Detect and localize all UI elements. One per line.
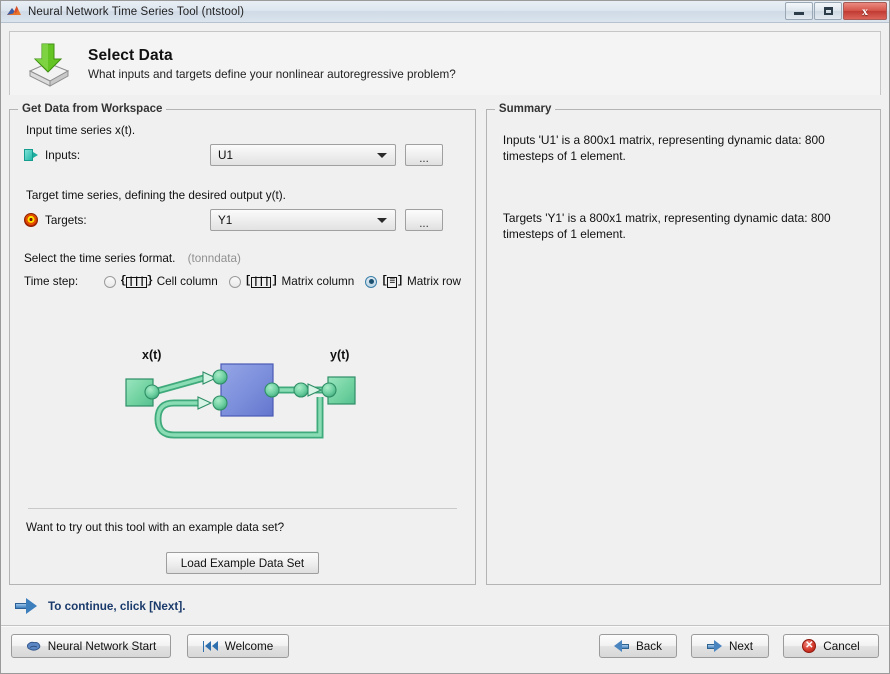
divider [28, 508, 457, 509]
target-bullseye-icon [24, 213, 38, 227]
chevron-down-icon [377, 218, 387, 223]
minimize-icon [794, 12, 804, 15]
targets-select[interactable]: Y1 [210, 209, 396, 231]
back-label: Back [636, 639, 662, 653]
minimize-button[interactable] [785, 2, 813, 20]
diagram-input-label: x(t) [142, 348, 161, 362]
radio-matrix-row-indicator [365, 275, 378, 288]
narx-network-diagram: x(t) y(t) [24, 288, 461, 506]
page-header: Select Data What inputs and targets defi… [9, 31, 881, 95]
welcome-button[interactable]: Welcome [187, 634, 289, 658]
welcome-label: Welcome [224, 639, 274, 653]
targets-select-value: Y1 [218, 213, 233, 227]
radio-matrix-row-label: Matrix row [407, 275, 461, 288]
window-controls: x [785, 2, 887, 20]
maximize-icon [823, 7, 833, 15]
neural-network-start-button[interactable]: Neural Network Start [11, 634, 171, 658]
timestep-label: Time step: [24, 275, 79, 288]
title-bar: Neural Network Time Series Tool (ntstool… [1, 1, 889, 23]
maximize-button[interactable] [814, 2, 842, 20]
chevron-down-icon [377, 153, 387, 158]
main-area: Get Data from Workspace Input time serie… [9, 95, 881, 585]
button-bar: Neural Network Start Welcome Back Next ✕… [9, 627, 881, 665]
cancel-button[interactable]: ✕ Cancel [783, 634, 879, 658]
import-data-icon [24, 41, 72, 87]
targets-row: Targets: Y1 ... [24, 208, 461, 232]
radio-cell-column-label: Cell column [156, 275, 218, 288]
summary-inputs-text: Inputs 'U1' is a 800x1 matrix, represent… [502, 133, 825, 163]
inputs-label: Inputs: [45, 148, 81, 162]
next-label: Next [728, 639, 754, 653]
load-example-data-set-button[interactable]: Load Example Data Set [165, 552, 320, 574]
input-caption: Input time series x(t). [26, 124, 136, 137]
inputs-label-group: Inputs: [24, 148, 210, 162]
summary-panel: Summary Inputs 'U1' is a 800x1 matrix, r… [485, 103, 881, 585]
load-example-row: Load Example Data Set [24, 552, 461, 574]
summary-panel-legend: Summary [494, 103, 556, 115]
back-button[interactable]: Back [599, 634, 677, 658]
radio-matrix-row[interactable]: [≡] Matrix row [365, 275, 461, 288]
inputs-select[interactable]: U1 [210, 144, 396, 166]
targets-label: Targets: [45, 213, 87, 227]
neural-network-start-label: Neural Network Start [47, 639, 157, 653]
close-button[interactable]: x [843, 2, 887, 20]
format-caption-row: Select the time series format. (tonndata… [24, 252, 461, 265]
header-text-block: Select Data What inputs and targets defi… [88, 47, 456, 81]
input-port-icon [24, 148, 38, 162]
radio-matrix-column-indicator [228, 275, 241, 288]
radio-matrix-column-label: Matrix column [281, 275, 355, 288]
summary-targets-text: Targets 'Y1' is a 800x1 matrix, represen… [502, 211, 831, 241]
close-icon: x [862, 3, 868, 18]
inputs-row: Inputs: U1 ... [24, 143, 461, 167]
page-title: Select Data [88, 46, 173, 64]
format-caption: Select the time series format. [24, 252, 176, 265]
inputs-select-value: U1 [218, 148, 233, 162]
timestep-row: Time step: {|||} Cell column [|||] Matri… [24, 275, 461, 288]
page-subtitle: What inputs and targets define your nonl… [88, 67, 456, 81]
arrow-right-icon [706, 640, 722, 652]
application-window: Neural Network Time Series Tool (ntstool… [0, 0, 890, 674]
cancel-circle-icon: ✕ [802, 639, 817, 653]
navigation-buttons: Back Next ✕ Cancel [599, 634, 879, 658]
arrow-right-icon [15, 598, 37, 614]
next-button[interactable]: Next [691, 634, 769, 658]
cancel-label: Cancel [823, 639, 860, 653]
target-caption: Target time series, defining the desired… [26, 189, 286, 202]
arrow-left-icon [614, 640, 629, 652]
example-question: Want to try out this tool with an exampl… [26, 521, 285, 534]
left-panel-legend: Get Data from Workspace [18, 103, 167, 115]
continue-text: To continue, click [Next]. [48, 599, 186, 613]
matlab-membrane-icon [6, 4, 22, 20]
skip-to-start-icon [202, 640, 218, 652]
format-hint: (tonndata) [187, 252, 241, 265]
continue-hint: To continue, click [Next]. [9, 585, 881, 625]
window-content: Select Data What inputs and targets defi… [1, 23, 889, 673]
window-title: Neural Network Time Series Tool (ntstool… [28, 5, 245, 18]
targets-label-group: Targets: [24, 213, 210, 227]
targets-browse-button[interactable]: ... [405, 209, 443, 231]
radio-cell-column-indicator [104, 275, 116, 288]
radio-matrix-column[interactable]: [|||] Matrix column [228, 275, 355, 288]
inputs-browse-button[interactable]: ... [405, 144, 443, 166]
diagram-output-label: y(t) [330, 348, 349, 362]
matrix-row-icon: [≡] [381, 275, 404, 288]
matrix-column-icon: [|||] [244, 275, 278, 288]
radio-cell-column[interactable]: {|||} Cell column [104, 275, 218, 288]
brain-icon [26, 641, 41, 652]
cell-column-icon: {|||} [120, 275, 153, 288]
get-data-from-workspace-panel: Get Data from Workspace Input time serie… [9, 103, 476, 585]
